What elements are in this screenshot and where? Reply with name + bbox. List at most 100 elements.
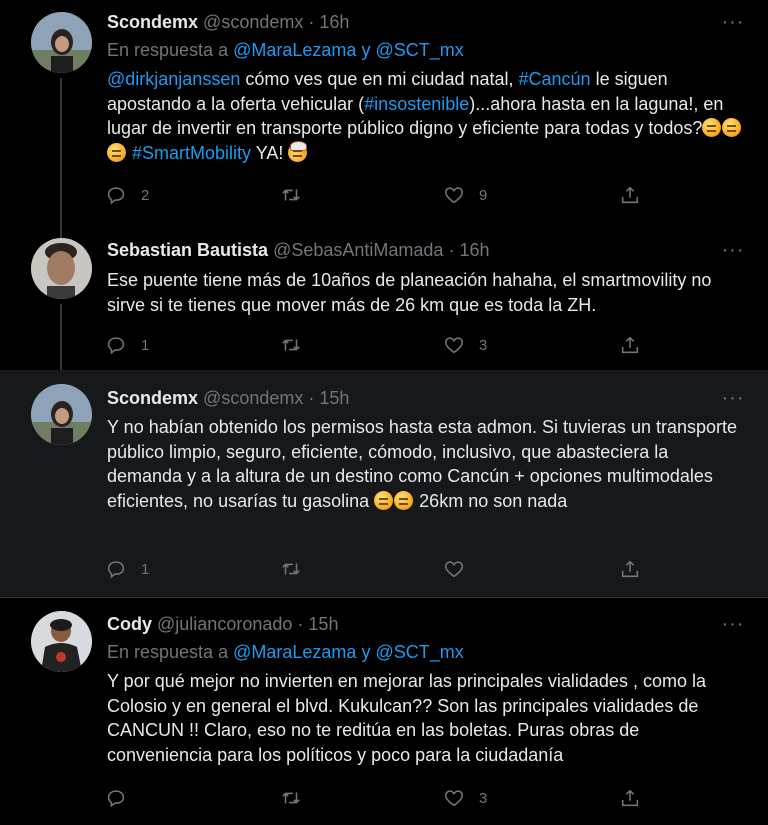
tweet-actions: 3 — [105, 785, 665, 811]
share-icon — [621, 789, 639, 807]
reply-button[interactable]: 1 — [105, 332, 149, 358]
like-icon — [444, 187, 464, 204]
tweet-text: @dirkjanjanssen cómo ves que en mi ciuda… — [107, 67, 747, 165]
display-name[interactable]: Sebastian Bautista — [107, 240, 268, 260]
reply-button[interactable]: 2 — [105, 182, 149, 208]
separator: · — [308, 12, 315, 32]
tweet-header: Scondemx @scondemx · 15h — [107, 386, 349, 410]
share-icon — [621, 186, 639, 204]
relieved-face-emoji — [374, 490, 394, 510]
tweet-text: Y por qué mejor no invierten en mejorar … — [107, 671, 706, 765]
like-icon — [444, 337, 464, 354]
tweet-actions: 1 — [105, 556, 665, 582]
user-handle[interactable]: @scondemx — [203, 388, 303, 408]
retweet-icon — [282, 189, 300, 201]
avatar[interactable] — [31, 12, 92, 73]
tweet-header: Sebastian Bautista @SebasAntiMamada · 16… — [107, 238, 490, 262]
tweet[interactable]: Scondemx @scondemx · 16h ··· En respuest… — [0, 0, 768, 228]
retweet-button[interactable] — [280, 182, 316, 208]
tweet[interactable]: Cody @juliancoronado · 15h ··· En respue… — [0, 597, 768, 825]
text-segment: 26km no son nada — [414, 490, 568, 511]
avatar[interactable] — [31, 238, 92, 299]
like-count: 3 — [479, 789, 488, 807]
reply-icon — [107, 790, 125, 808]
reply-prefix: En respuesta a — [107, 40, 229, 60]
reply-button[interactable]: 1 — [105, 556, 149, 582]
thread-line — [60, 78, 62, 228]
like-button[interactable]: 9 — [443, 182, 487, 208]
retweet-button[interactable] — [280, 332, 316, 358]
timestamp[interactable]: 15h — [308, 614, 338, 634]
separator: · — [297, 614, 304, 634]
more-icon[interactable]: ··· — [720, 240, 746, 262]
tweet-text: Y no habían obtenido los permisos hasta … — [107, 415, 747, 513]
reply-icon — [107, 187, 125, 205]
share-button[interactable] — [619, 332, 641, 358]
share-button[interactable] — [619, 182, 641, 208]
hashtag-link[interactable]: #SmartMobility — [132, 143, 251, 163]
reply-button[interactable] — [105, 785, 141, 811]
timestamp[interactable]: 15h — [319, 388, 349, 408]
tweet[interactable]: Sebastian Bautista @SebasAntiMamada · 16… — [0, 228, 768, 370]
tweet-header: Cody @juliancoronado · 15h — [107, 612, 338, 636]
exploding-head-emoji — [288, 140, 308, 162]
hashtag-link[interactable]: #Cancún — [519, 69, 591, 89]
user-handle[interactable]: @juliancoronado — [157, 614, 292, 634]
reply-mention[interactable]: @SCT_mx — [375, 40, 463, 60]
like-count: 3 — [479, 336, 488, 354]
retweet-button[interactable] — [280, 785, 316, 811]
like-button[interactable]: 3 — [443, 785, 487, 811]
reply-and: y — [361, 642, 371, 662]
reply-count: 2 — [141, 186, 150, 204]
avatar[interactable] — [31, 611, 92, 672]
thread-line — [60, 304, 62, 370]
text-segment: cómo ves que en mi ciudad natal, — [240, 69, 519, 89]
share-icon — [621, 560, 639, 578]
reply-mention[interactable]: @MaraLezama — [233, 642, 356, 662]
display-name[interactable]: Scondemx — [107, 12, 198, 32]
like-icon — [444, 561, 464, 578]
separator: · — [448, 240, 455, 260]
tweet-text: Ese puente tiene más de 10años de planea… — [107, 270, 712, 315]
more-icon[interactable]: ··· — [720, 12, 746, 34]
share-button[interactable] — [619, 785, 641, 811]
display-name[interactable]: Scondemx — [107, 388, 198, 408]
reply-count: 1 — [141, 336, 150, 354]
reply-mention[interactable]: @SCT_mx — [375, 642, 463, 662]
tweet[interactable]: Scondemx @scondemx · 15h ··· Y no habían… — [0, 370, 768, 597]
share-button[interactable] — [619, 556, 641, 582]
mention-link[interactable]: @dirkjanjanssen — [107, 69, 240, 89]
reply-context: En respuesta a @MaraLezama y @SCT_mx — [107, 40, 464, 61]
reply-icon — [107, 337, 125, 355]
sad-face-emoji — [702, 118, 722, 137]
timestamp[interactable]: 16h — [459, 240, 489, 260]
weary-face-emoji — [107, 142, 126, 162]
tweet-header: Scondemx @scondemx · 16h — [107, 10, 349, 34]
hashtag-link[interactable]: #insostenible — [364, 94, 469, 114]
display-name[interactable]: Cody — [107, 614, 152, 634]
separator: · — [308, 388, 315, 408]
reply-and: y — [361, 40, 371, 60]
reply-mention[interactable]: @MaraLezama — [233, 40, 356, 60]
tweet-feed: Scondemx @scondemx · 16h ··· En respuest… — [0, 0, 768, 825]
retweet-button[interactable] — [280, 556, 316, 582]
reply-context: En respuesta a @MaraLezama y @SCT_mx — [107, 642, 464, 663]
like-count: 9 — [479, 186, 488, 204]
like-button[interactable]: 3 — [443, 332, 487, 358]
more-icon[interactable]: ··· — [720, 614, 746, 636]
like-button[interactable] — [443, 556, 479, 582]
user-handle[interactable]: @scondemx — [203, 12, 303, 32]
reply-count: 1 — [141, 560, 150, 578]
retweet-icon — [282, 792, 300, 804]
user-handle[interactable]: @SebasAntiMamada — [273, 240, 443, 260]
text-segment: YA! — [251, 142, 289, 163]
winking-face-emoji — [394, 490, 414, 510]
timestamp[interactable]: 16h — [319, 12, 349, 32]
reply-prefix: En respuesta a — [107, 642, 229, 662]
like-icon — [444, 790, 464, 807]
eye-roll-emoji — [722, 118, 742, 137]
reply-icon — [107, 561, 125, 579]
more-icon[interactable]: ··· — [720, 388, 746, 410]
avatar[interactable] — [31, 384, 92, 445]
retweet-icon — [282, 339, 300, 351]
